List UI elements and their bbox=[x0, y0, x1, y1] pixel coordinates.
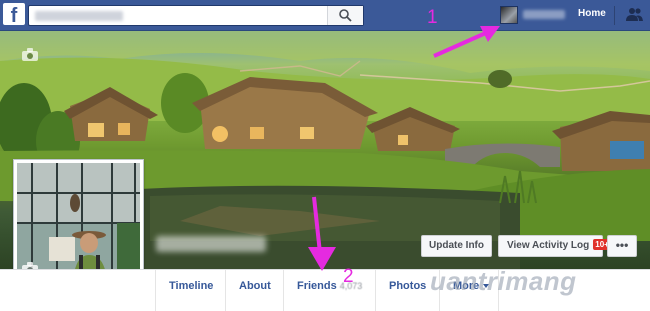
more-options-button[interactable]: ••• bbox=[607, 235, 637, 257]
annotation-number-2: 2 bbox=[343, 266, 354, 287]
facebook-profile-page: f Home Update Info View Activity Log 10+… bbox=[0, 0, 650, 311]
view-activity-log-button[interactable]: View Activity Log 10+ bbox=[498, 235, 611, 257]
search-query-blurred bbox=[35, 11, 123, 21]
topbar-divider bbox=[614, 6, 615, 25]
facebook-logo[interactable]: f bbox=[3, 3, 25, 27]
search-input[interactable] bbox=[28, 5, 364, 26]
tab-friends-label: Friends bbox=[297, 280, 337, 292]
update-info-button[interactable]: Update Info bbox=[421, 235, 492, 257]
cover-camera-icon[interactable] bbox=[22, 48, 38, 61]
tab-timeline-label: Timeline bbox=[169, 280, 214, 292]
tab-friends[interactable]: Friends 4,073 bbox=[283, 270, 375, 311]
tab-about-label: About bbox=[239, 280, 271, 292]
search-icon bbox=[339, 9, 352, 22]
tab-about[interactable]: About bbox=[225, 270, 283, 311]
friend-requests-button[interactable] bbox=[626, 7, 643, 27]
profile-name-link-blurred[interactable] bbox=[523, 10, 565, 19]
tab-timeline[interactable]: Timeline bbox=[155, 270, 225, 311]
friend-requests-icon bbox=[626, 8, 643, 21]
top-navigation-bar: f Home bbox=[0, 0, 650, 31]
profile-name-blurred bbox=[156, 236, 266, 252]
user-avatar[interactable] bbox=[500, 6, 518, 24]
annotation-number-1: 1 bbox=[427, 7, 438, 28]
watermark-logo: uantrimang bbox=[430, 266, 577, 296]
tab-photos-label: Photos bbox=[389, 280, 427, 292]
home-link[interactable]: Home bbox=[578, 8, 606, 19]
activity-log-label: View Activity Log bbox=[507, 240, 590, 251]
search-button[interactable] bbox=[327, 6, 363, 25]
